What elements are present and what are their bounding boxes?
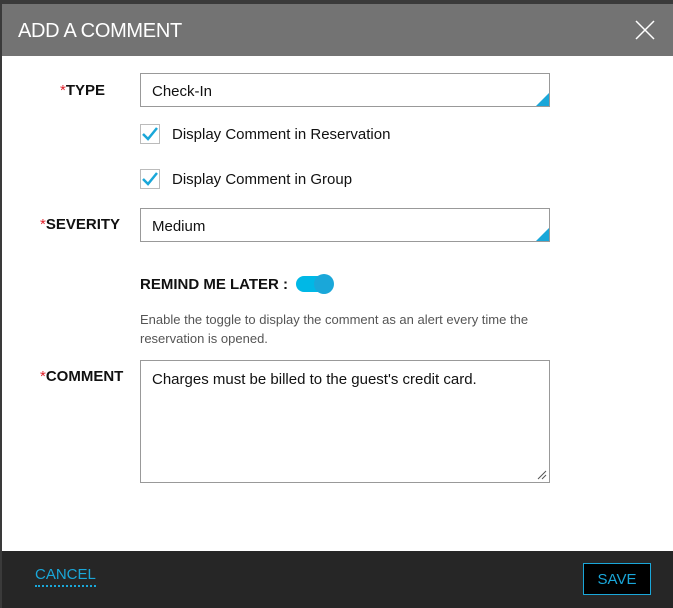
dialog-footer: CANCEL SAVE [2,551,673,608]
checkmark-icon[interactable] [140,169,160,189]
save-button[interactable]: SAVE [583,563,651,595]
remind-me-later-row: REMIND ME LATER : [140,274,335,294]
comment-textarea[interactable]: Charges must be billed to the guest's cr… [140,360,550,483]
display-in-group-label: Display Comment in Group [172,170,353,188]
dialog-title: ADD A COMMENT [18,20,182,42]
remind-me-later-label: REMIND ME LATER : [140,275,289,293]
type-value: Check-In [152,83,213,100]
type-select[interactable]: Check-In [140,73,550,107]
severity-label-text: SEVERITY [45,216,121,233]
dialog-header: ADD A COMMENT [2,4,673,56]
comment-value: Charges must be billed to the guest's cr… [152,371,477,388]
display-in-reservation-checkbox[interactable]: Display Comment in Reservation [140,124,390,144]
display-in-reservation-label: Display Comment in Reservation [172,125,391,143]
dropdown-corner-icon [536,93,549,106]
severity-label: *SEVERITY [40,216,120,233]
comment-label-text: COMMENT [45,368,124,385]
type-label: *TYPE [60,82,105,99]
remind-help-text: Enable the toggle to display the comment… [140,312,529,346]
severity-value: Medium [152,218,206,235]
display-in-group-checkbox[interactable]: Display Comment in Group [140,169,352,189]
checkmark-icon[interactable] [140,124,160,144]
cancel-button[interactable]: CANCEL [35,566,96,587]
resize-grip-icon[interactable] [537,470,547,480]
add-comment-dialog: ADD A COMMENT *TYPE Check-In Display Com… [2,4,673,608]
dropdown-corner-icon [536,228,549,241]
type-label-text: TYPE [65,82,106,99]
severity-select[interactable]: Medium [140,208,550,242]
close-icon[interactable] [635,20,655,40]
toggle-knob [314,274,335,294]
comment-label: *COMMENT [40,368,123,385]
remind-me-later-toggle[interactable] [296,274,335,294]
